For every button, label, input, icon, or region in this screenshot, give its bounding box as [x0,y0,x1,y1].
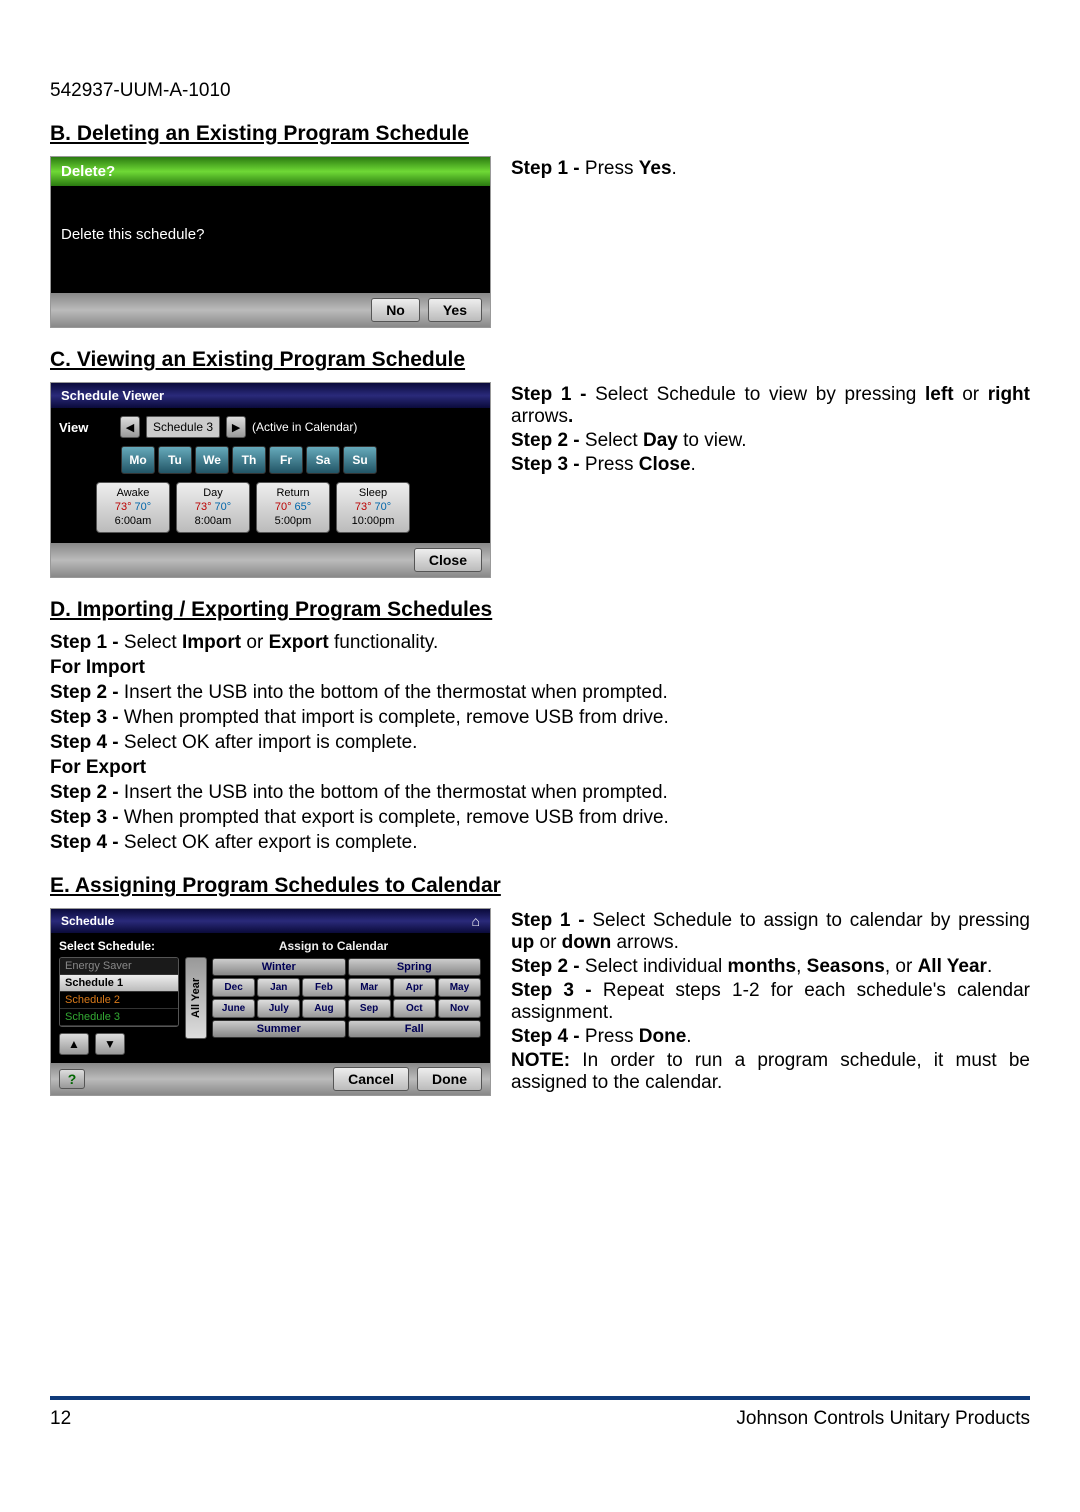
day-mo[interactable]: Mo [121,446,155,474]
document-id: 542937-UUM-A-1010 [50,80,1030,102]
day-fr[interactable]: Fr [269,446,303,474]
period-awake: Awake73° 70°6:00am [96,482,170,533]
right-arrow-button[interactable]: ▶ [226,416,246,438]
help-button[interactable]: ? [59,1069,85,1089]
month-button[interactable]: Aug [302,999,345,1018]
view-label: View [59,420,114,435]
list-item[interactable]: Energy Saver [60,958,178,975]
heading-c: C. Viewing an Existing Program Schedule [50,348,1030,372]
section-e-steps: Step 1 - Select Schedule to assign to ca… [511,908,1030,1096]
period-row: Awake73° 70°6:00am Day73° 70°8:00am Retu… [51,482,490,543]
delete-prompt: Delete this schedule? [51,186,490,293]
close-button[interactable]: Close [414,548,482,572]
step-c3: Step 3 - Press Close. [511,454,1030,476]
up-arrow-button[interactable]: ▲ [59,1033,89,1055]
month-button[interactable]: May [438,978,481,997]
season-spring[interactable]: Spring [348,958,482,976]
day-su[interactable]: Su [343,446,377,474]
month-button[interactable]: Dec [212,978,255,997]
month-button[interactable]: July [257,999,300,1018]
list-item[interactable]: Schedule 1 [60,975,178,992]
left-arrow-button[interactable]: ◀ [120,416,140,438]
period-return: Return70° 65°5:00pm [256,482,330,533]
schedule-name: Schedule 3 [146,416,220,438]
heading-d: D. Importing / Exporting Program Schedul… [50,598,1030,622]
down-arrow-button[interactable]: ▼ [95,1033,125,1055]
brand-name: Johnson Controls Unitary Products [736,1408,1030,1430]
month-button[interactable]: Mar [348,978,391,997]
month-button[interactable]: June [212,999,255,1018]
period-sleep: Sleep73° 70°10:00pm [336,482,410,533]
day-tu[interactable]: Tu [158,446,192,474]
done-button[interactable]: Done [417,1067,482,1091]
step-c2: Step 2 - Select Day to view. [511,430,1030,452]
heading-b: B. Deleting an Existing Program Schedule [50,122,1030,146]
month-button[interactable]: Oct [393,999,436,1018]
step-c1: Step 1 - Select Schedule to view by pres… [511,384,1030,428]
delete-title: Delete? [51,157,490,186]
page-footer: 12 Johnson Controls Unitary Products [50,1396,1030,1430]
page-number: 12 [50,1408,71,1430]
day-we[interactable]: We [195,446,229,474]
step-b1: Step 1 - Press Yes. [511,158,1030,180]
all-year-button[interactable]: All Year [185,957,207,1039]
delete-screen: Delete? Delete this schedule? No Yes [50,156,491,328]
active-in-calendar: (Active in Calendar) [252,420,357,434]
day-row: Mo Tu We Th Fr Sa Su [51,446,490,482]
month-button[interactable]: Nov [438,999,481,1018]
viewer-title: Schedule Viewer [51,383,490,408]
assign-title-bar: Schedule [61,914,114,928]
day-sa[interactable]: Sa [306,446,340,474]
yes-button[interactable]: Yes [428,298,482,322]
season-fall[interactable]: Fall [348,1020,482,1038]
assign-to-calendar-label: Assign to Calendar [185,939,482,953]
heading-e: E. Assigning Program Schedules to Calend… [50,874,1030,898]
home-icon[interactable]: ⌂ [472,913,480,929]
month-button[interactable]: Feb [302,978,345,997]
day-th[interactable]: Th [232,446,266,474]
period-day: Day73° 70°8:00am [176,482,250,533]
list-item[interactable]: Schedule 3 [60,1009,178,1026]
section-d-body: Step 1 - Select Import or Export functio… [50,632,1030,854]
schedule-list: Energy Saver Schedule 1 Schedule 2 Sched… [59,957,179,1027]
viewer-screen: Schedule Viewer View ◀ Schedule 3 ▶ (Act… [50,382,491,578]
cancel-button[interactable]: Cancel [333,1067,409,1091]
no-button[interactable]: No [371,298,420,322]
month-button[interactable]: Jan [257,978,300,997]
month-button[interactable]: Sep [348,999,391,1018]
assign-screen: Schedule ⌂ Select Schedule: Energy Saver… [50,908,491,1096]
list-item[interactable]: Schedule 2 [60,992,178,1009]
select-schedule-label: Select Schedule: [59,939,179,953]
season-summer[interactable]: Summer [212,1020,346,1038]
month-button[interactable]: Apr [393,978,436,997]
season-winter[interactable]: Winter [212,958,346,976]
